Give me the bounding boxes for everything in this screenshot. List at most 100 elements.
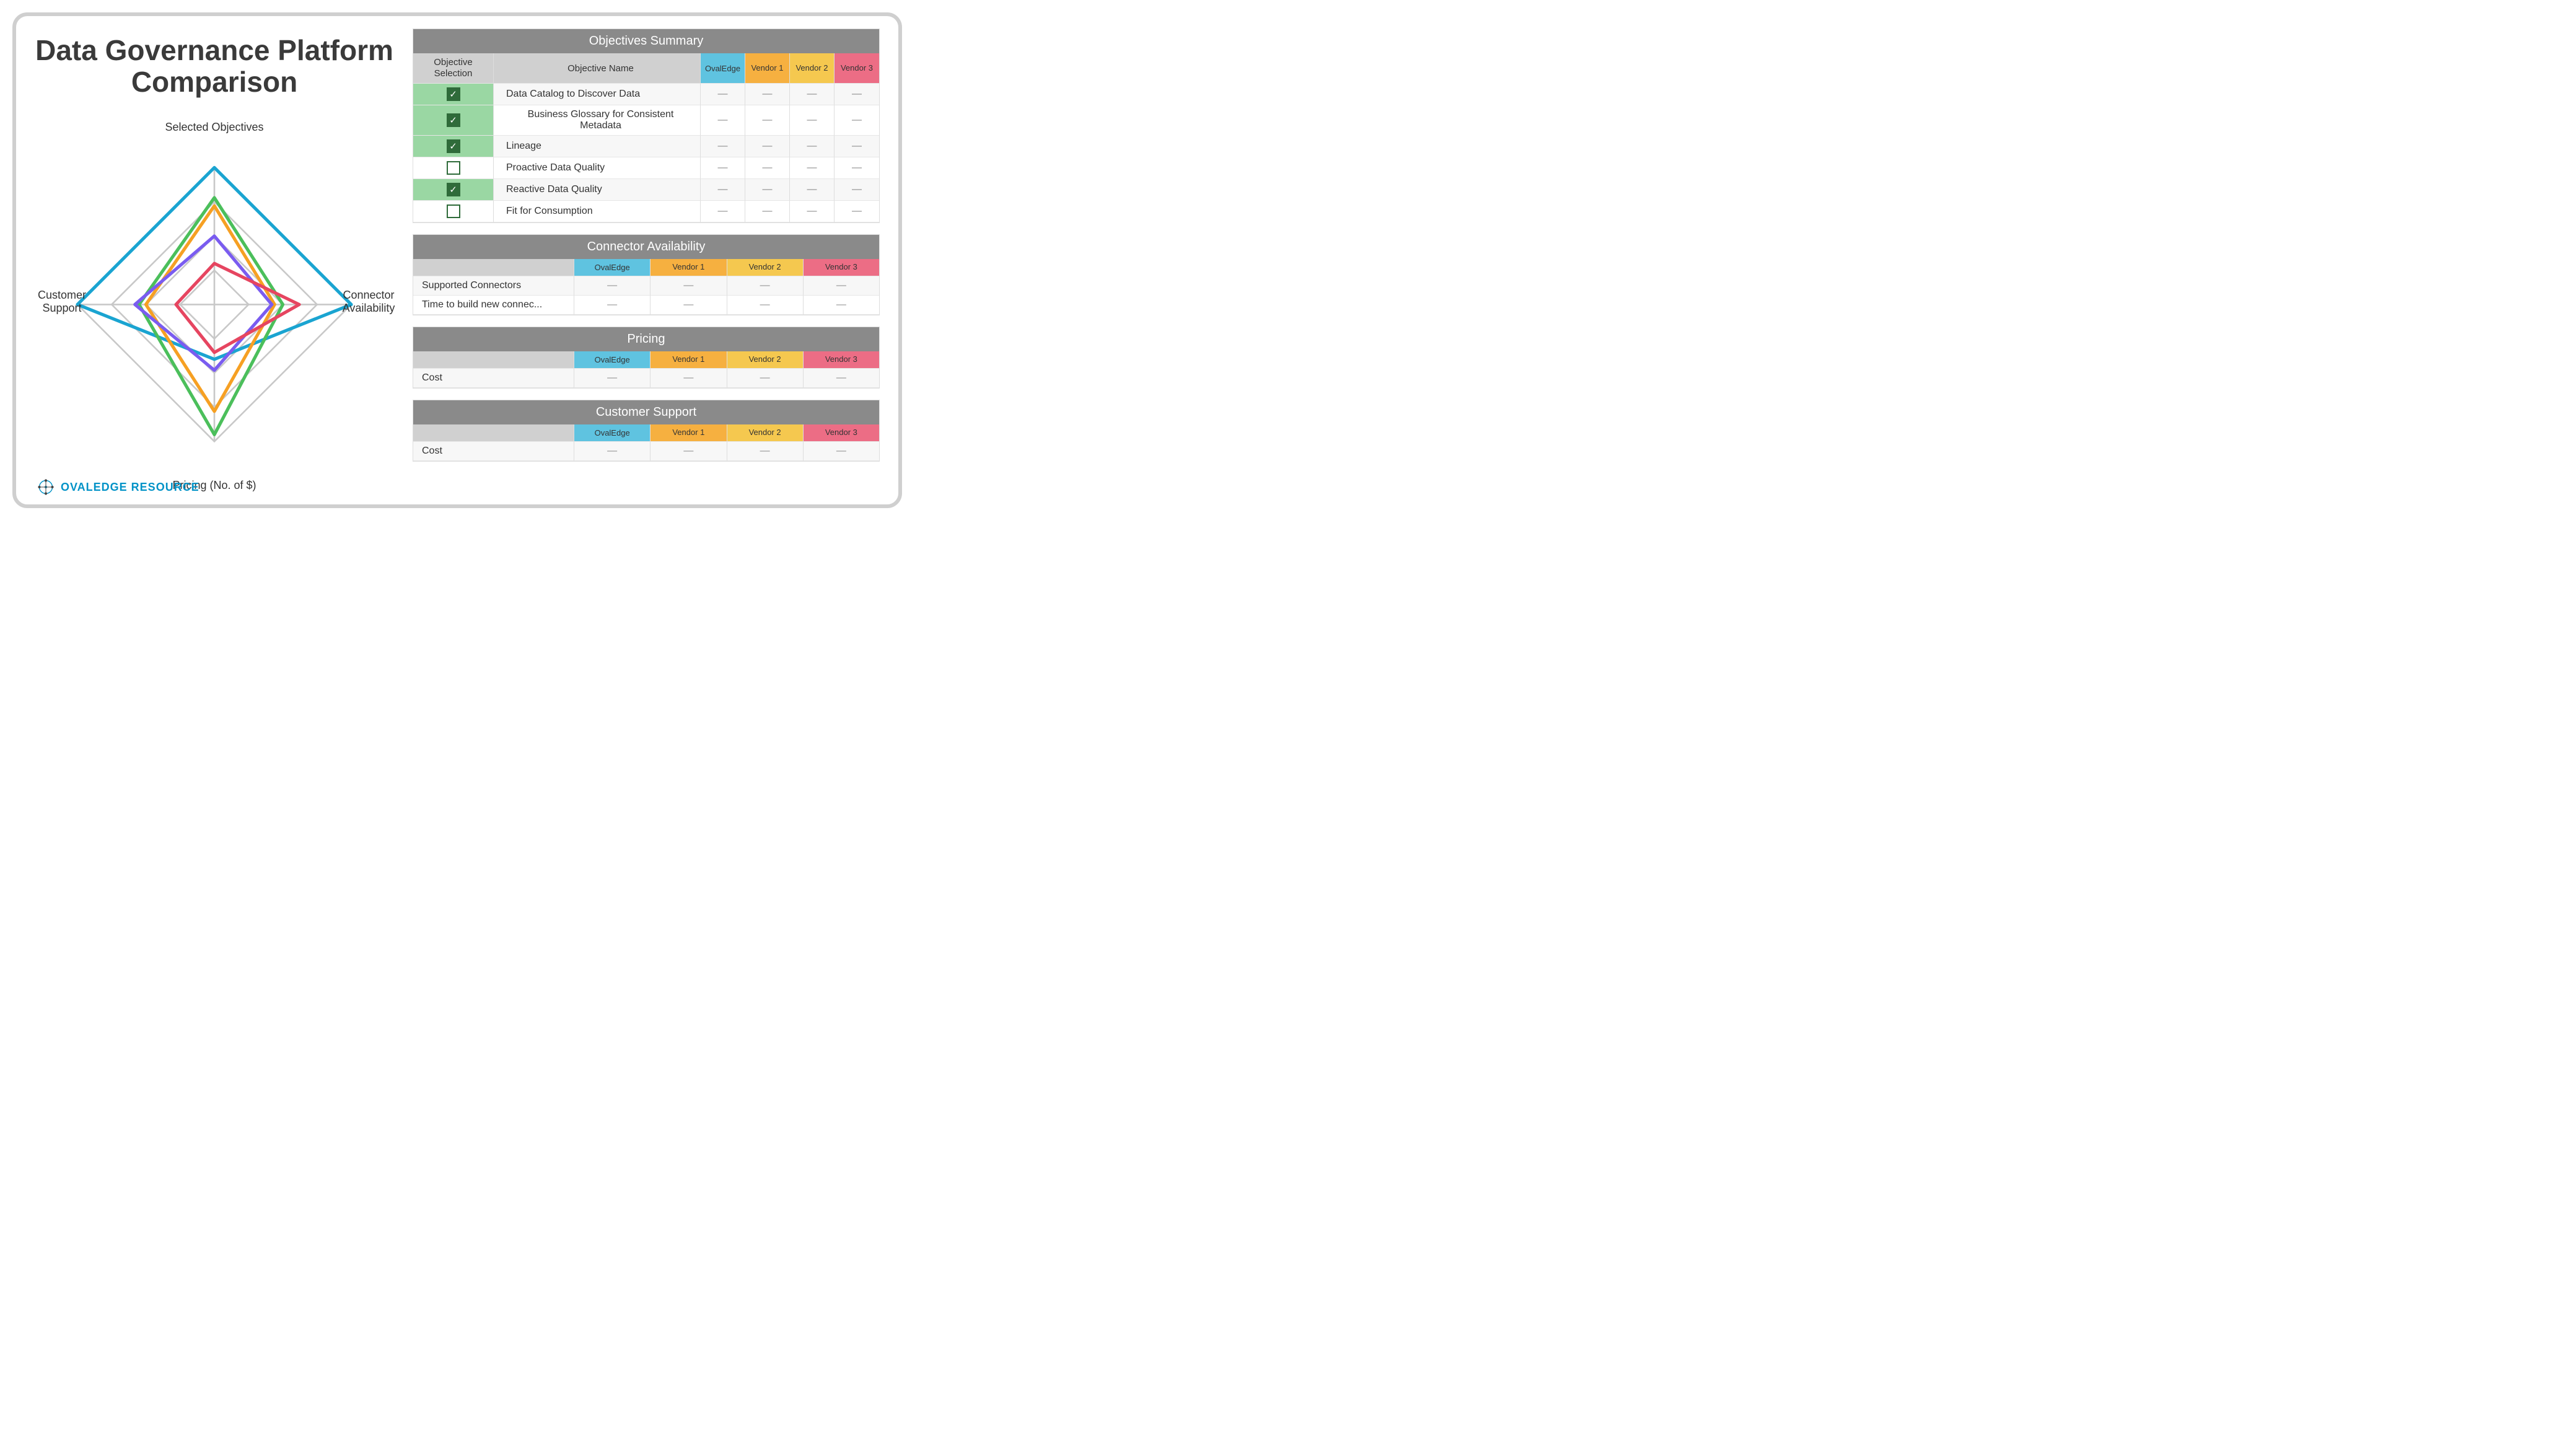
objectives-header: Objective Selection Objective Name OvalE… (413, 53, 879, 84)
objective-name-cell: Data Catalog to Discover Data (494, 84, 701, 105)
value-cell: — (701, 105, 745, 136)
col-blank (413, 351, 574, 369)
value-cell: — (745, 157, 790, 179)
value-cell: — (745, 136, 790, 157)
checkbox-checked-icon[interactable]: ✓ (447, 113, 460, 127)
col-vendor-3: Vendor 3 (804, 424, 879, 442)
page-frame: Data Governance Platform Comparison Sele… (12, 12, 902, 508)
table-row: Supported Connectors———— (413, 276, 879, 296)
value-cell: — (835, 105, 879, 136)
objective-selection-cell[interactable]: ✓ (413, 84, 494, 105)
col-vendor-1: Vendor 1 (651, 424, 727, 442)
value-cell: — (701, 201, 745, 222)
col-objective-name: Objective Name (494, 53, 701, 84)
value-cell: — (574, 369, 651, 388)
objectives-table: Objectives Summary Objective Selection O… (413, 29, 880, 223)
objective-name-cell: Proactive Data Quality (494, 157, 701, 179)
table-row: Proactive Data Quality———— (413, 157, 879, 179)
value-cell: — (790, 84, 835, 105)
objective-name-cell: Lineage (494, 136, 701, 157)
col-vendor-2: Vendor 2 (727, 351, 804, 369)
value-cell: — (701, 179, 745, 201)
value-cell: — (745, 105, 790, 136)
table-row: ✓Reactive Data Quality———— (413, 179, 879, 201)
value-cell: — (727, 276, 804, 296)
objectives-title: Objectives Summary (413, 29, 879, 53)
checkbox-checked-icon[interactable]: ✓ (447, 87, 460, 101)
value-cell: — (804, 296, 879, 315)
support-header: OvalEdge Vendor 1 Vendor 2 Vendor 3 (413, 424, 879, 442)
value-cell: — (835, 201, 879, 222)
value-cell: — (727, 369, 804, 388)
objective-selection-cell[interactable]: ✓ (413, 105, 494, 136)
axis-label-right: Connector Availability (335, 289, 403, 315)
pricing-table: Pricing OvalEdge Vendor 1 Vendor 2 Vendo… (413, 327, 880, 389)
table-row: ✓Lineage———— (413, 136, 879, 157)
col-vendor-2: Vendor 2 (727, 259, 804, 276)
row-label: Cost (413, 369, 574, 388)
value-cell: — (835, 136, 879, 157)
value-cell: — (651, 276, 727, 296)
value-cell: — (574, 296, 651, 315)
checkbox-unchecked-icon[interactable] (447, 204, 460, 218)
col-blank (413, 424, 574, 442)
objective-selection-cell[interactable]: ✓ (413, 136, 494, 157)
value-cell: — (745, 179, 790, 201)
value-cell: — (574, 276, 651, 296)
support-title: Customer Support (413, 400, 879, 424)
value-cell: — (790, 136, 835, 157)
connector-title: Connector Availability (413, 235, 879, 259)
support-table: Customer Support OvalEdge Vendor 1 Vendo… (413, 400, 880, 462)
footer-logo: OVALEDGE RESOURCE (37, 478, 199, 496)
pricing-header: OvalEdge Vendor 1 Vendor 2 Vendor 3 (413, 351, 879, 369)
col-ovaledge: OvalEdge (574, 259, 651, 276)
value-cell: — (651, 442, 727, 461)
main-layout: Data Governance Platform Comparison Sele… (35, 29, 880, 496)
value-cell: — (727, 442, 804, 461)
left-panel: Data Governance Platform Comparison Sele… (35, 29, 394, 496)
row-label: Time to build new connec... (413, 296, 574, 315)
page-title: Data Governance Platform Comparison (35, 35, 394, 97)
value-cell: — (574, 442, 651, 461)
col-vendor-1: Vendor 1 (745, 53, 790, 84)
table-row: Fit for Consumption———— (413, 201, 879, 222)
col-objective-selection: Objective Selection (413, 53, 494, 84)
table-row: ✓ Business Glossary for Consistent Metada… (413, 105, 879, 136)
value-cell: — (727, 296, 804, 315)
checkbox-checked-icon[interactable]: ✓ (447, 183, 460, 196)
value-cell: — (651, 296, 727, 315)
ovaledge-logo-icon (37, 478, 55, 496)
connector-table: Connector Availability OvalEdge Vendor 1… (413, 234, 880, 315)
value-cell: — (804, 369, 879, 388)
value-cell: — (835, 157, 879, 179)
value-cell: — (701, 157, 745, 179)
value-cell: — (835, 179, 879, 201)
col-vendor-3: Vendor 3 (835, 53, 879, 84)
col-vendor-3: Vendor 3 (804, 259, 879, 276)
objective-selection-cell[interactable] (413, 201, 494, 222)
value-cell: — (651, 369, 727, 388)
table-row: Cost———— (413, 442, 879, 461)
value-cell: — (745, 201, 790, 222)
checkbox-checked-icon[interactable]: ✓ (447, 139, 460, 153)
value-cell: — (835, 84, 879, 105)
table-row: ✓Data Catalog to Discover Data———— (413, 84, 879, 105)
value-cell: — (804, 276, 879, 296)
objective-name-cell: Business Glossary for Consistent Metadat… (494, 105, 701, 136)
objective-selection-cell[interactable] (413, 157, 494, 179)
pricing-title: Pricing (413, 327, 879, 351)
checkbox-unchecked-icon[interactable] (447, 161, 460, 175)
value-cell: — (745, 84, 790, 105)
col-vendor-1: Vendor 1 (651, 259, 727, 276)
col-vendor-2: Vendor 2 (727, 424, 804, 442)
value-cell: — (701, 84, 745, 105)
col-vendor-2: Vendor 2 (790, 53, 835, 84)
row-label: Supported Connectors (413, 276, 574, 296)
table-row: Time to build new connec...———— (413, 296, 879, 315)
connector-header: OvalEdge Vendor 1 Vendor 2 Vendor 3 (413, 259, 879, 276)
value-cell: — (790, 201, 835, 222)
objective-name-cell: Fit for Consumption (494, 201, 701, 222)
objective-selection-cell[interactable]: ✓ (413, 179, 494, 201)
value-cell: — (701, 136, 745, 157)
col-vendor-3: Vendor 3 (804, 351, 879, 369)
